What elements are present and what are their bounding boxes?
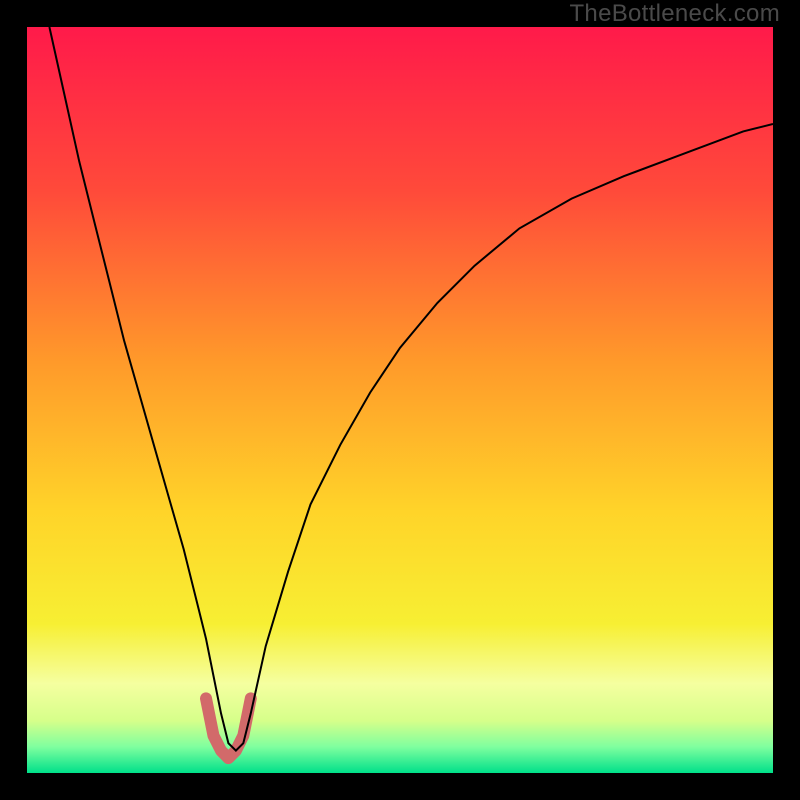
chart-svg bbox=[27, 27, 773, 773]
watermark-text: TheBottleneck.com bbox=[569, 0, 780, 28]
chart-frame: TheBottleneck.com bbox=[0, 0, 800, 800]
plot-area bbox=[27, 27, 773, 773]
gradient-background bbox=[27, 27, 773, 773]
